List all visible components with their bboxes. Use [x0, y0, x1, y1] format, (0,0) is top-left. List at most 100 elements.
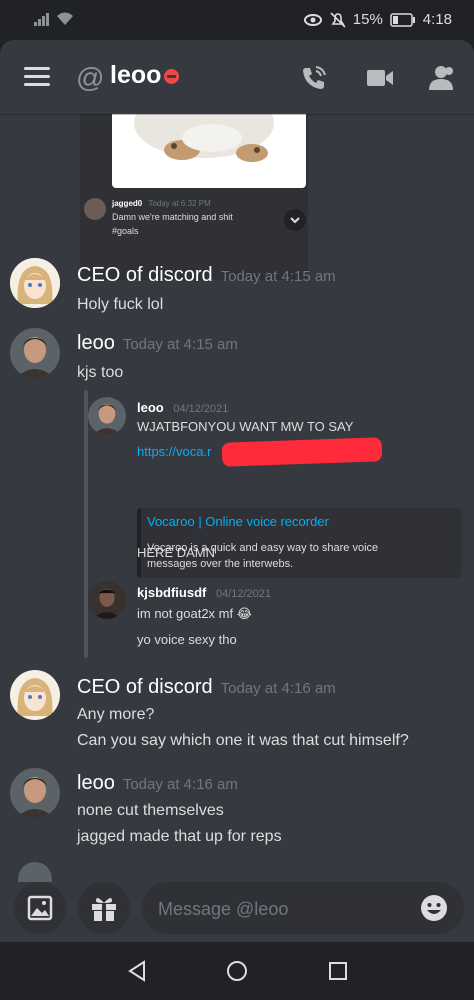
- message-item: leoo Today at 4:15 am kjs too: [0, 326, 474, 386]
- embed-author: jagged0: [112, 199, 143, 208]
- link-preview-card: Vocaroo | Online voice recorder Vocaroo …: [137, 508, 462, 578]
- message-text: Any more?: [77, 706, 155, 723]
- dm-title[interactable]: leoo: [110, 61, 161, 90]
- image-icon: [27, 895, 53, 921]
- back-triangle-icon: [128, 960, 145, 982]
- person-avatar-icon: [88, 581, 126, 619]
- emoji-smile-icon: [421, 895, 447, 921]
- home-button[interactable]: [226, 960, 248, 987]
- recents-button[interactable]: [327, 960, 349, 987]
- avatar[interactable]: [10, 768, 60, 818]
- clock: 4:18: [422, 11, 452, 28]
- eye-comfort-icon: [303, 13, 322, 26]
- message-text: none cut themselves: [77, 802, 224, 819]
- mute-bell-icon: [330, 11, 346, 28]
- message-list[interactable]: jagged0 Today at 6:32 PM Damn we're matc…: [0, 40, 474, 942]
- avatar[interactable]: [10, 328, 60, 378]
- link-preview-title[interactable]: Vocaroo | Online voice recorder: [147, 514, 329, 529]
- message-author-line: leoo Today at 4:15 am: [77, 332, 238, 355]
- chevron-down-icon: [290, 217, 300, 224]
- quote-author[interactable]: leoo: [137, 400, 164, 415]
- reply-date: 04/12/2021: [215, 588, 272, 600]
- quote-header: leoo 04/12/2021: [137, 400, 228, 415]
- people-icon: [429, 66, 453, 90]
- battery-icon: [390, 12, 415, 27]
- avatar[interactable]: [10, 670, 60, 720]
- menu-button[interactable]: [24, 67, 50, 87]
- system-nav-bar: [0, 942, 474, 1000]
- signal-icon: [34, 12, 49, 26]
- gift-icon: [92, 897, 116, 921]
- message-item: CEO of discord Today at 4:15 am Holy fuck…: [0, 258, 474, 318]
- author-name[interactable]: CEO of discord: [77, 676, 213, 698]
- video-camera-icon: [367, 70, 393, 86]
- message-timestamp: Today at 4:15 am: [122, 336, 238, 353]
- reply-text-2: yo voice sexy tho: [137, 632, 237, 647]
- embed-line-2: #goals: [112, 226, 139, 236]
- reply-header: kjsbdfiusdf 04/12/2021: [137, 585, 271, 600]
- gift-button[interactable]: [78, 882, 130, 934]
- wifi-icon: [57, 12, 73, 25]
- person-avatar-icon: [10, 328, 60, 378]
- menu-bar: [24, 67, 50, 70]
- expand-embed-button[interactable]: [284, 209, 306, 231]
- message-text: kjs too: [77, 364, 124, 381]
- quote-text: WJATBFONYOU WANT MW TO SAY: [137, 419, 354, 434]
- quote-date: 04/12/2021: [173, 403, 229, 415]
- anime-avatar-icon: [10, 258, 60, 308]
- embed-avatar: [84, 198, 106, 220]
- app-window: jagged0 Today at 6:32 PM Damn we're matc…: [0, 40, 474, 942]
- message-timestamp: Today at 4:16 am: [220, 680, 336, 697]
- image-embed-card: jagged0 Today at 6:32 PM Damn we're matc…: [80, 98, 308, 280]
- author-name[interactable]: CEO of discord: [77, 264, 213, 286]
- author-name[interactable]: leoo: [77, 332, 115, 354]
- status-right: 15% 4:18: [303, 11, 452, 28]
- avatar[interactable]: [10, 258, 60, 308]
- message-author-line: CEO of discord Today at 4:15 am: [77, 264, 336, 287]
- author-name[interactable]: leoo: [77, 772, 115, 794]
- message-input[interactable]: [156, 894, 400, 924]
- video-call-button[interactable]: [366, 67, 394, 94]
- message-timestamp: Today at 4:15 am: [220, 268, 336, 285]
- composer-bar: [0, 882, 474, 942]
- message-author-line: CEO of discord Today at 4:16 am: [77, 676, 336, 699]
- person-avatar-icon: [10, 768, 60, 818]
- voice-call-button[interactable]: [300, 64, 328, 97]
- battery-percent: 15%: [352, 11, 383, 28]
- phone-call-icon: [303, 66, 326, 89]
- recents-square-icon: [329, 962, 347, 980]
- quote-avatar[interactable]: [88, 397, 126, 435]
- status-bar: 15% 4:18: [0, 0, 474, 40]
- message-text: Holy fuck lol: [77, 296, 164, 313]
- reply-text-1: im not goat2x mf 😂: [137, 606, 252, 621]
- menu-bar: [24, 83, 50, 86]
- quote-followup-text: HERE DAMN: [137, 545, 216, 560]
- reply-author[interactable]: kjsbdfiusdf: [137, 585, 206, 600]
- status-left: [34, 12, 74, 26]
- message-timestamp: Today at 4:16 am: [122, 776, 238, 793]
- do-not-disturb-icon: [164, 69, 179, 84]
- back-button[interactable]: [126, 960, 148, 987]
- emoji-button[interactable]: [420, 894, 448, 927]
- quote-bar: [84, 390, 88, 658]
- message-author-line: leoo Today at 4:16 am: [77, 772, 238, 795]
- embed-header: jagged0 Today at 6:32 PM: [112, 198, 211, 210]
- members-button[interactable]: [428, 65, 456, 96]
- message-text: Can you say which one it was that cut hi…: [77, 732, 409, 749]
- embed-line-1: Damn we're matching and shit: [112, 212, 233, 222]
- home-circle-icon: [227, 961, 247, 981]
- embed-timestamp: Today at 6:32 PM: [148, 199, 211, 208]
- attach-image-button[interactable]: [14, 882, 66, 934]
- message-input-wrapper: [142, 882, 464, 934]
- reply-avatar[interactable]: [88, 581, 126, 619]
- person-avatar-icon: [88, 397, 126, 435]
- anime-avatar-icon: [10, 670, 60, 720]
- menu-bar: [24, 75, 50, 78]
- message-item: CEO of discord Today at 4:16 am Any more?…: [0, 670, 474, 754]
- message-text: jagged made that up for reps: [77, 828, 282, 845]
- message-item: leoo Today at 4:16 am none cut themselves…: [0, 766, 474, 850]
- channel-header: @ leoo: [0, 40, 474, 114]
- embed-text: Damn we're matching and shit #goals: [112, 210, 233, 238]
- vocaroo-link[interactable]: https://voca.r: [137, 444, 211, 459]
- at-icon: @: [76, 62, 105, 93]
